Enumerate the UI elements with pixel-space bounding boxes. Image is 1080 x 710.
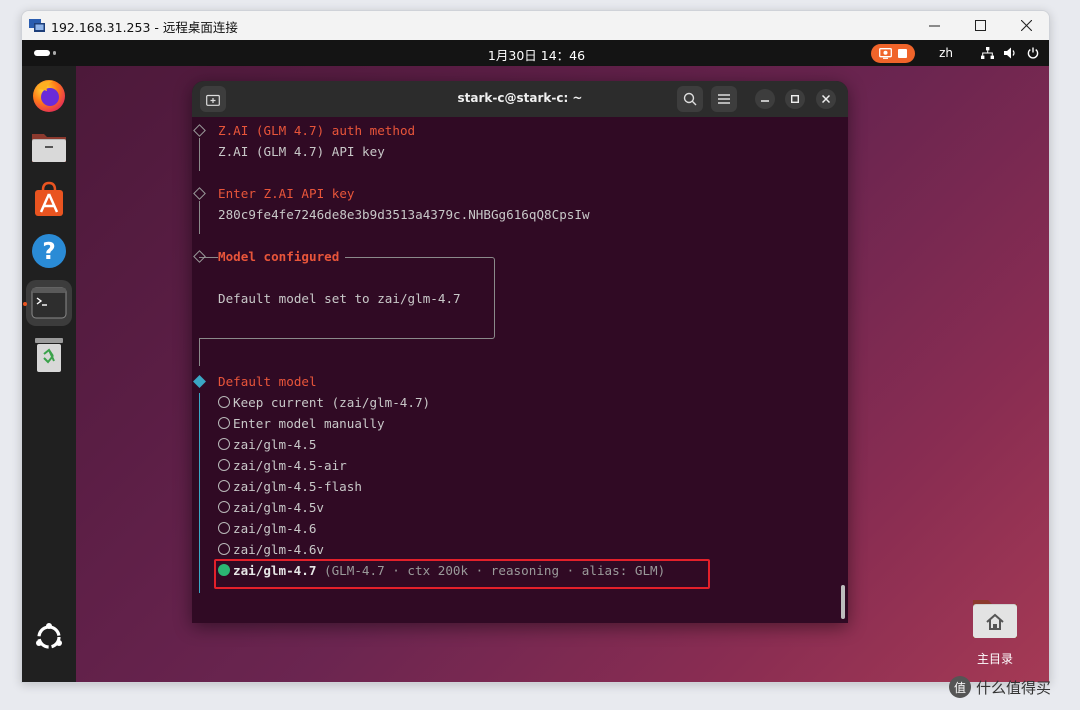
default-model-label: Default model xyxy=(218,374,317,389)
model-option-label: zai/glm-4.5-flash xyxy=(233,479,362,494)
step-diamond-icon xyxy=(193,187,206,200)
model-configured-text: Default model set to zai/glm-4.7 xyxy=(218,291,461,306)
api-key-label: Enter Z.AI API key xyxy=(218,186,355,201)
selection-highlight-box xyxy=(214,559,710,589)
dock-terminal[interactable] xyxy=(26,280,72,326)
tree-guide-line-active xyxy=(199,393,200,593)
files-folder-icon xyxy=(32,134,66,162)
home-folder-label: 主目录 xyxy=(976,652,1013,666)
maximize-icon xyxy=(791,95,799,103)
model-option-label: zai/glm-4.5 xyxy=(233,437,317,452)
model-option[interactable]: zai/glm-4.5v xyxy=(218,499,324,517)
hamburger-menu-icon xyxy=(718,94,730,104)
menu-button[interactable] xyxy=(711,86,737,112)
model-option-label: Keep current (zai/glm-4.7) xyxy=(233,395,431,410)
radio-unselected-icon xyxy=(218,543,230,555)
watermark-text: 什么值得买 xyxy=(976,678,1052,697)
rdp-titlebar[interactable]: 192.168.31.253 - 远程桌面连接 xyxy=(22,11,1049,40)
watermark: 值 什么值得买 xyxy=(949,675,1051,699)
terminal-maximize-button[interactable] xyxy=(785,89,805,109)
dock-firefox[interactable] xyxy=(26,72,72,118)
dock-app-center[interactable] xyxy=(26,176,72,222)
home-folder-icon[interactable] xyxy=(972,596,1018,640)
firefox-icon xyxy=(33,80,65,112)
system-tray[interactable]: zh xyxy=(871,43,1039,63)
ubuntu-desktop: 1月30日 14：46 zh ? 主目录 stark-c@stark-c: ~ … xyxy=(22,40,1049,682)
auth-method-label: Z.AI (GLM 4.7) auth method xyxy=(218,123,416,138)
terminal-title: stark-c@stark-c: ~ xyxy=(457,91,583,105)
api-key-value: 280c9fe4fe7246de8e3b9d3513a4379c.NHBGg61… xyxy=(218,207,590,222)
search-button[interactable] xyxy=(677,86,703,112)
model-option-label: Enter model manually xyxy=(233,416,385,431)
model-option[interactable]: zai/glm-4.5-air xyxy=(218,457,347,475)
model-option[interactable]: zai/glm-4.6 xyxy=(218,520,316,538)
model-configured-label: Model configured xyxy=(218,248,346,266)
minimize-icon xyxy=(928,25,940,27)
model-option[interactable]: Enter model manually xyxy=(218,415,385,433)
close-icon xyxy=(822,95,830,103)
model-option-label: zai/glm-4.6v xyxy=(233,542,324,557)
ubuntu-logo-icon xyxy=(36,623,62,649)
dock-show-apps[interactable] xyxy=(26,614,72,660)
watermark-badge: 值 xyxy=(949,676,971,698)
power-icon xyxy=(1027,47,1039,59)
radio-unselected-icon xyxy=(218,480,230,492)
maximize-button[interactable] xyxy=(957,11,1003,40)
help-icon: ? xyxy=(32,234,66,268)
radio-unselected-icon xyxy=(218,396,230,408)
model-option[interactable]: zai/glm-4.6v xyxy=(218,541,324,559)
dock-files[interactable] xyxy=(26,124,72,170)
dock-trash[interactable] xyxy=(26,332,72,378)
radio-unselected-icon xyxy=(218,459,230,471)
model-option[interactable]: zai/glm-4.5 xyxy=(218,436,316,454)
terminal-minimize-button[interactable] xyxy=(755,89,775,109)
search-icon xyxy=(683,92,697,106)
step-diamond-icon xyxy=(193,124,206,137)
model-option[interactable]: Keep current (zai/glm-4.7) xyxy=(218,394,430,412)
dock-help[interactable]: ? xyxy=(26,228,72,274)
screen-record-button[interactable] xyxy=(871,43,916,63)
volume-icon xyxy=(1004,47,1015,59)
screen-record-icon xyxy=(879,47,893,59)
close-icon xyxy=(1020,20,1032,31)
radio-unselected-icon xyxy=(218,522,230,534)
remote-desktop-icon xyxy=(29,19,45,32)
svg-text:?: ? xyxy=(42,239,55,265)
model-option-label: zai/glm-4.5-air xyxy=(233,458,347,473)
active-step-diamond-icon xyxy=(193,375,206,388)
rdp-window-title: 192.168.31.253 - 远程桌面连接 xyxy=(51,20,238,35)
terminal-scrollbar[interactable] xyxy=(841,585,845,619)
terminal-header-bar[interactable]: stark-c@stark-c: ~ xyxy=(192,81,848,117)
terminal-icon xyxy=(31,287,67,319)
terminal-window: stark-c@stark-c: ~ Z.AI (GLM 4.7) auth m… xyxy=(192,81,848,623)
radio-unselected-icon xyxy=(218,501,230,513)
gnome-top-bar: 1月30日 14：46 zh xyxy=(22,40,1049,66)
trash-icon xyxy=(35,338,63,372)
stop-icon xyxy=(898,48,908,58)
terminal-body[interactable]: Z.AI (GLM 4.7) auth method Z.AI (GLM 4.7… xyxy=(192,117,848,623)
minimize-icon xyxy=(761,100,769,102)
rdp-window: 192.168.31.253 - 远程桌面连接 1月30日 14：46 zh ?… xyxy=(21,10,1050,683)
maximize-icon xyxy=(974,20,986,31)
tree-guide-line xyxy=(199,138,200,171)
running-indicator xyxy=(23,302,27,306)
tree-guide-line xyxy=(199,201,200,234)
tree-guide-line xyxy=(199,339,200,366)
network-icon xyxy=(981,47,994,59)
input-method-indicator[interactable]: zh xyxy=(939,46,953,60)
radio-unselected-icon xyxy=(218,417,230,429)
ubuntu-dock: ? xyxy=(22,66,76,682)
app-center-bag-icon xyxy=(35,181,63,216)
minimize-button[interactable] xyxy=(911,11,957,40)
model-option[interactable]: zai/glm-4.5-flash xyxy=(218,478,362,496)
auth-method-value: Z.AI (GLM 4.7) API key xyxy=(218,144,385,159)
model-option-label: zai/glm-4.6 xyxy=(233,521,317,536)
model-option-label: zai/glm-4.5v xyxy=(233,500,324,515)
radio-unselected-icon xyxy=(218,438,230,450)
terminal-close-button[interactable] xyxy=(816,89,836,109)
close-button[interactable] xyxy=(1003,11,1049,40)
